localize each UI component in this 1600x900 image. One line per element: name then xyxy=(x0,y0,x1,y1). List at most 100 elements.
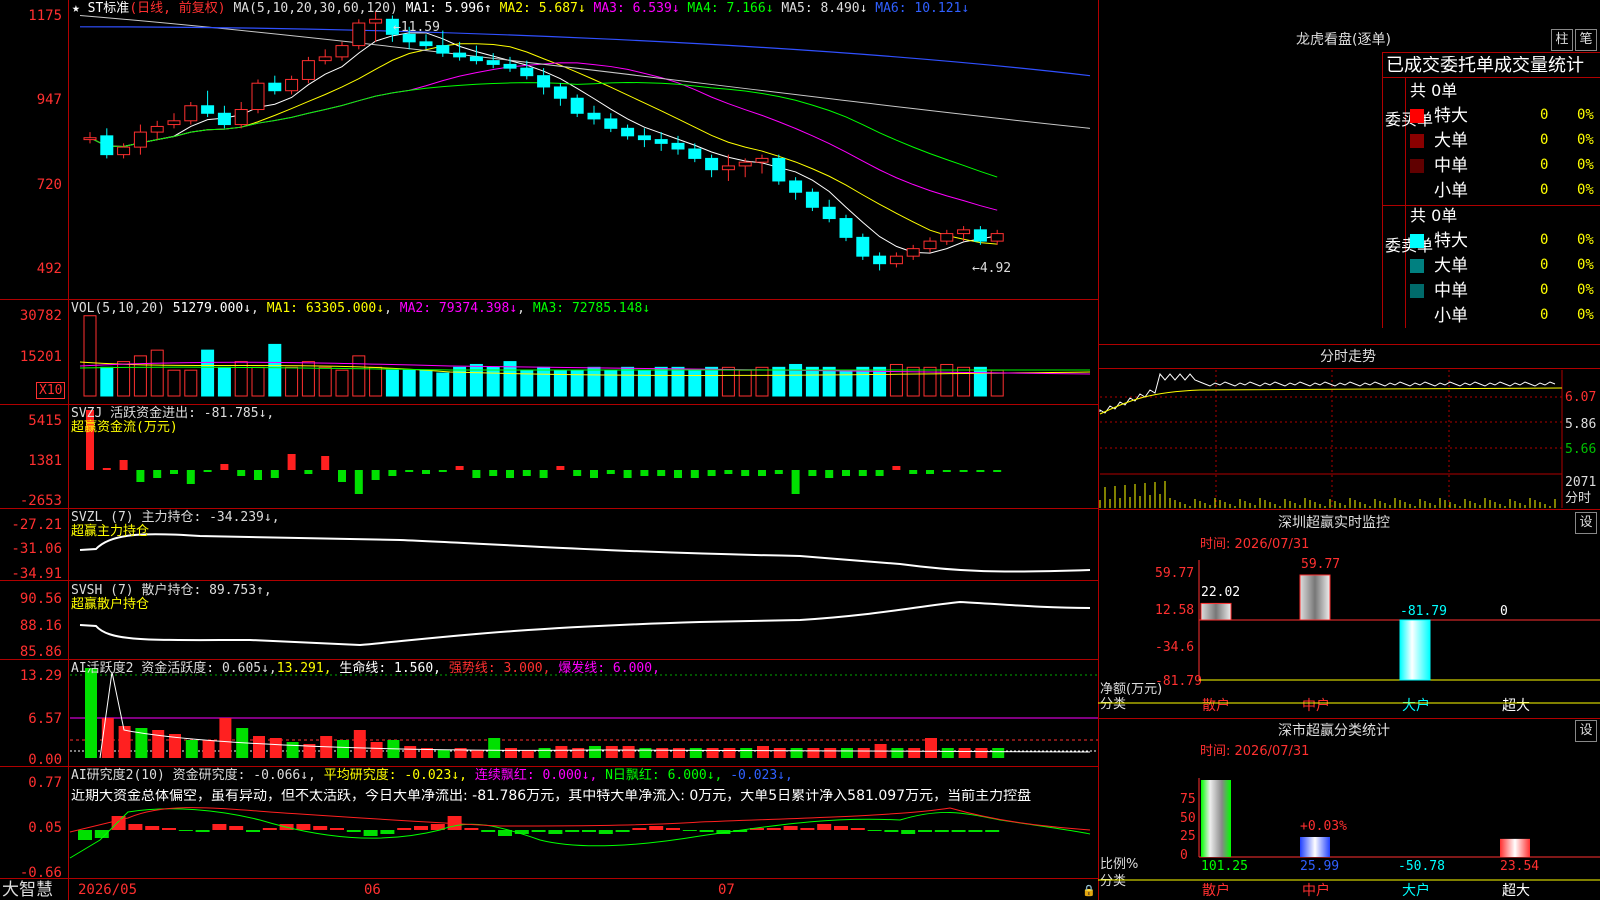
dragon-header: 已成交委托单成交量统计 xyxy=(1386,56,1584,76)
sell-row-name: 小单 xyxy=(1434,306,1468,326)
flow-bar xyxy=(170,470,178,474)
vol-ma-line xyxy=(79,361,1091,375)
buy-side-label: 委买单 xyxy=(1385,110,1434,129)
category-label: 中户 xyxy=(1302,698,1330,714)
sell-swatch xyxy=(1410,309,1424,323)
separator xyxy=(1098,368,1600,369)
sz-monitor-xlabel: 分类 xyxy=(1100,697,1127,712)
candle xyxy=(335,45,349,58)
vol-bar xyxy=(822,366,836,397)
vol-bar xyxy=(486,366,500,397)
research-bar xyxy=(380,830,395,834)
candle xyxy=(520,67,534,77)
candle xyxy=(906,248,920,257)
ma5-value: MA5: 8.490↓ xyxy=(781,1,868,16)
y-tick: 0.05 xyxy=(28,820,62,836)
sz-class-time: 时间: 2026/07/31 xyxy=(1200,744,1310,759)
stock-name[interactable]: ST标准 xyxy=(88,1,130,16)
flow-bar xyxy=(976,470,985,472)
research-bar xyxy=(817,824,832,830)
candle xyxy=(402,33,416,43)
holding-line xyxy=(79,533,1091,573)
research-bar xyxy=(78,830,92,840)
ma3-value: MA3: 6.539↓ xyxy=(593,1,680,16)
annotation: +0.03% xyxy=(1300,819,1347,834)
activity-bar xyxy=(85,668,97,758)
candle xyxy=(419,41,433,47)
vol-bar xyxy=(150,349,164,397)
vol-bar xyxy=(738,369,752,397)
activity-bar xyxy=(185,740,198,758)
y-tick: 13.29 xyxy=(19,668,62,684)
y-tick: 90.56 xyxy=(19,591,62,607)
candle xyxy=(285,78,299,92)
kline-chart[interactable] xyxy=(0,0,1100,900)
flow-bar xyxy=(993,470,1002,472)
research-bar xyxy=(632,828,647,830)
activity-bar xyxy=(975,748,988,758)
candle xyxy=(957,229,971,235)
buy-row-name: 中单 xyxy=(1434,156,1468,176)
candle xyxy=(621,127,635,137)
svzl-sub: 超赢主力持仓 xyxy=(71,524,150,539)
research-bar xyxy=(884,830,899,832)
research-bar xyxy=(246,830,260,832)
flow-bar xyxy=(304,470,313,474)
sell-row-pct: 0% xyxy=(1577,232,1594,248)
vol-bar xyxy=(201,349,215,397)
sz-class-settings-button[interactable]: 设 xyxy=(1575,720,1597,742)
svsh-sub: 超赢散户持仓 xyxy=(71,597,150,612)
vol-bar xyxy=(957,366,971,397)
tick-mode-button[interactable]: 笔 xyxy=(1575,29,1597,51)
buy-swatch xyxy=(1410,184,1424,198)
vol-bar xyxy=(705,366,719,397)
y-tick: 5415 xyxy=(28,413,62,429)
flow-bar xyxy=(808,470,817,476)
sell-total: 共 0单 xyxy=(1410,206,1458,225)
ai-act-v2: 生命线: 1.560, xyxy=(339,661,441,676)
ai-comment: 近期大资金总体偏空，虽有异动，但不太活跃，今日大单净流出: -81.786万元，… xyxy=(71,789,1032,803)
ma4-value: MA4: 7.166↓ xyxy=(687,1,774,16)
vol-bar xyxy=(537,366,551,397)
candle xyxy=(973,229,987,242)
flow-bar xyxy=(153,470,162,478)
ma-line xyxy=(89,32,998,254)
ai-act-v3: 强势线: 3.000, xyxy=(448,661,551,676)
candle xyxy=(772,157,786,182)
vol-bar xyxy=(839,369,853,397)
star-icon: ★ xyxy=(72,1,80,16)
candle xyxy=(83,137,97,141)
ai-res-avg: 平均研究度: -0.023↓, xyxy=(323,768,467,783)
activity-bar xyxy=(673,748,685,758)
research-bar xyxy=(313,826,328,830)
sz-monitor-settings-button[interactable]: 设 xyxy=(1575,512,1597,534)
flow-bar xyxy=(220,464,229,470)
buy-row-pct: 0% xyxy=(1577,182,1594,198)
buy-total: 共 0单 xyxy=(1410,81,1458,100)
candle xyxy=(150,125,164,133)
vol-bar xyxy=(217,366,231,397)
research-bar xyxy=(330,828,344,830)
vol-unit[interactable]: X10 xyxy=(36,382,66,399)
buy-row-pct: 0% xyxy=(1577,132,1594,148)
vol-bar xyxy=(301,361,315,397)
vol-bar xyxy=(268,343,282,397)
research-line xyxy=(69,808,1091,859)
activity-bar xyxy=(891,748,904,758)
flow-bar xyxy=(825,470,834,478)
y-tick: -34.6 xyxy=(1155,640,1195,655)
ma-label: MA(5,10,20,30,60,120) xyxy=(233,1,398,16)
bar-mode-button[interactable]: 柱 xyxy=(1551,29,1573,51)
vol-ma2: MA2: 79374.398↓ xyxy=(399,301,518,316)
flow-bar xyxy=(741,470,750,476)
period-label: (日线, 前复权) xyxy=(129,1,226,16)
class-bar xyxy=(1500,838,1530,857)
activity-bar xyxy=(723,748,736,758)
flow-bar xyxy=(522,470,531,476)
bar-value: 25.99 xyxy=(1300,859,1340,874)
lock-icon[interactable]: 🔒 xyxy=(1082,884,1096,897)
vol-bar xyxy=(940,363,954,397)
vol-bar xyxy=(637,369,651,397)
bar-value: -50.78 xyxy=(1398,859,1445,874)
activity-bar xyxy=(219,718,232,758)
